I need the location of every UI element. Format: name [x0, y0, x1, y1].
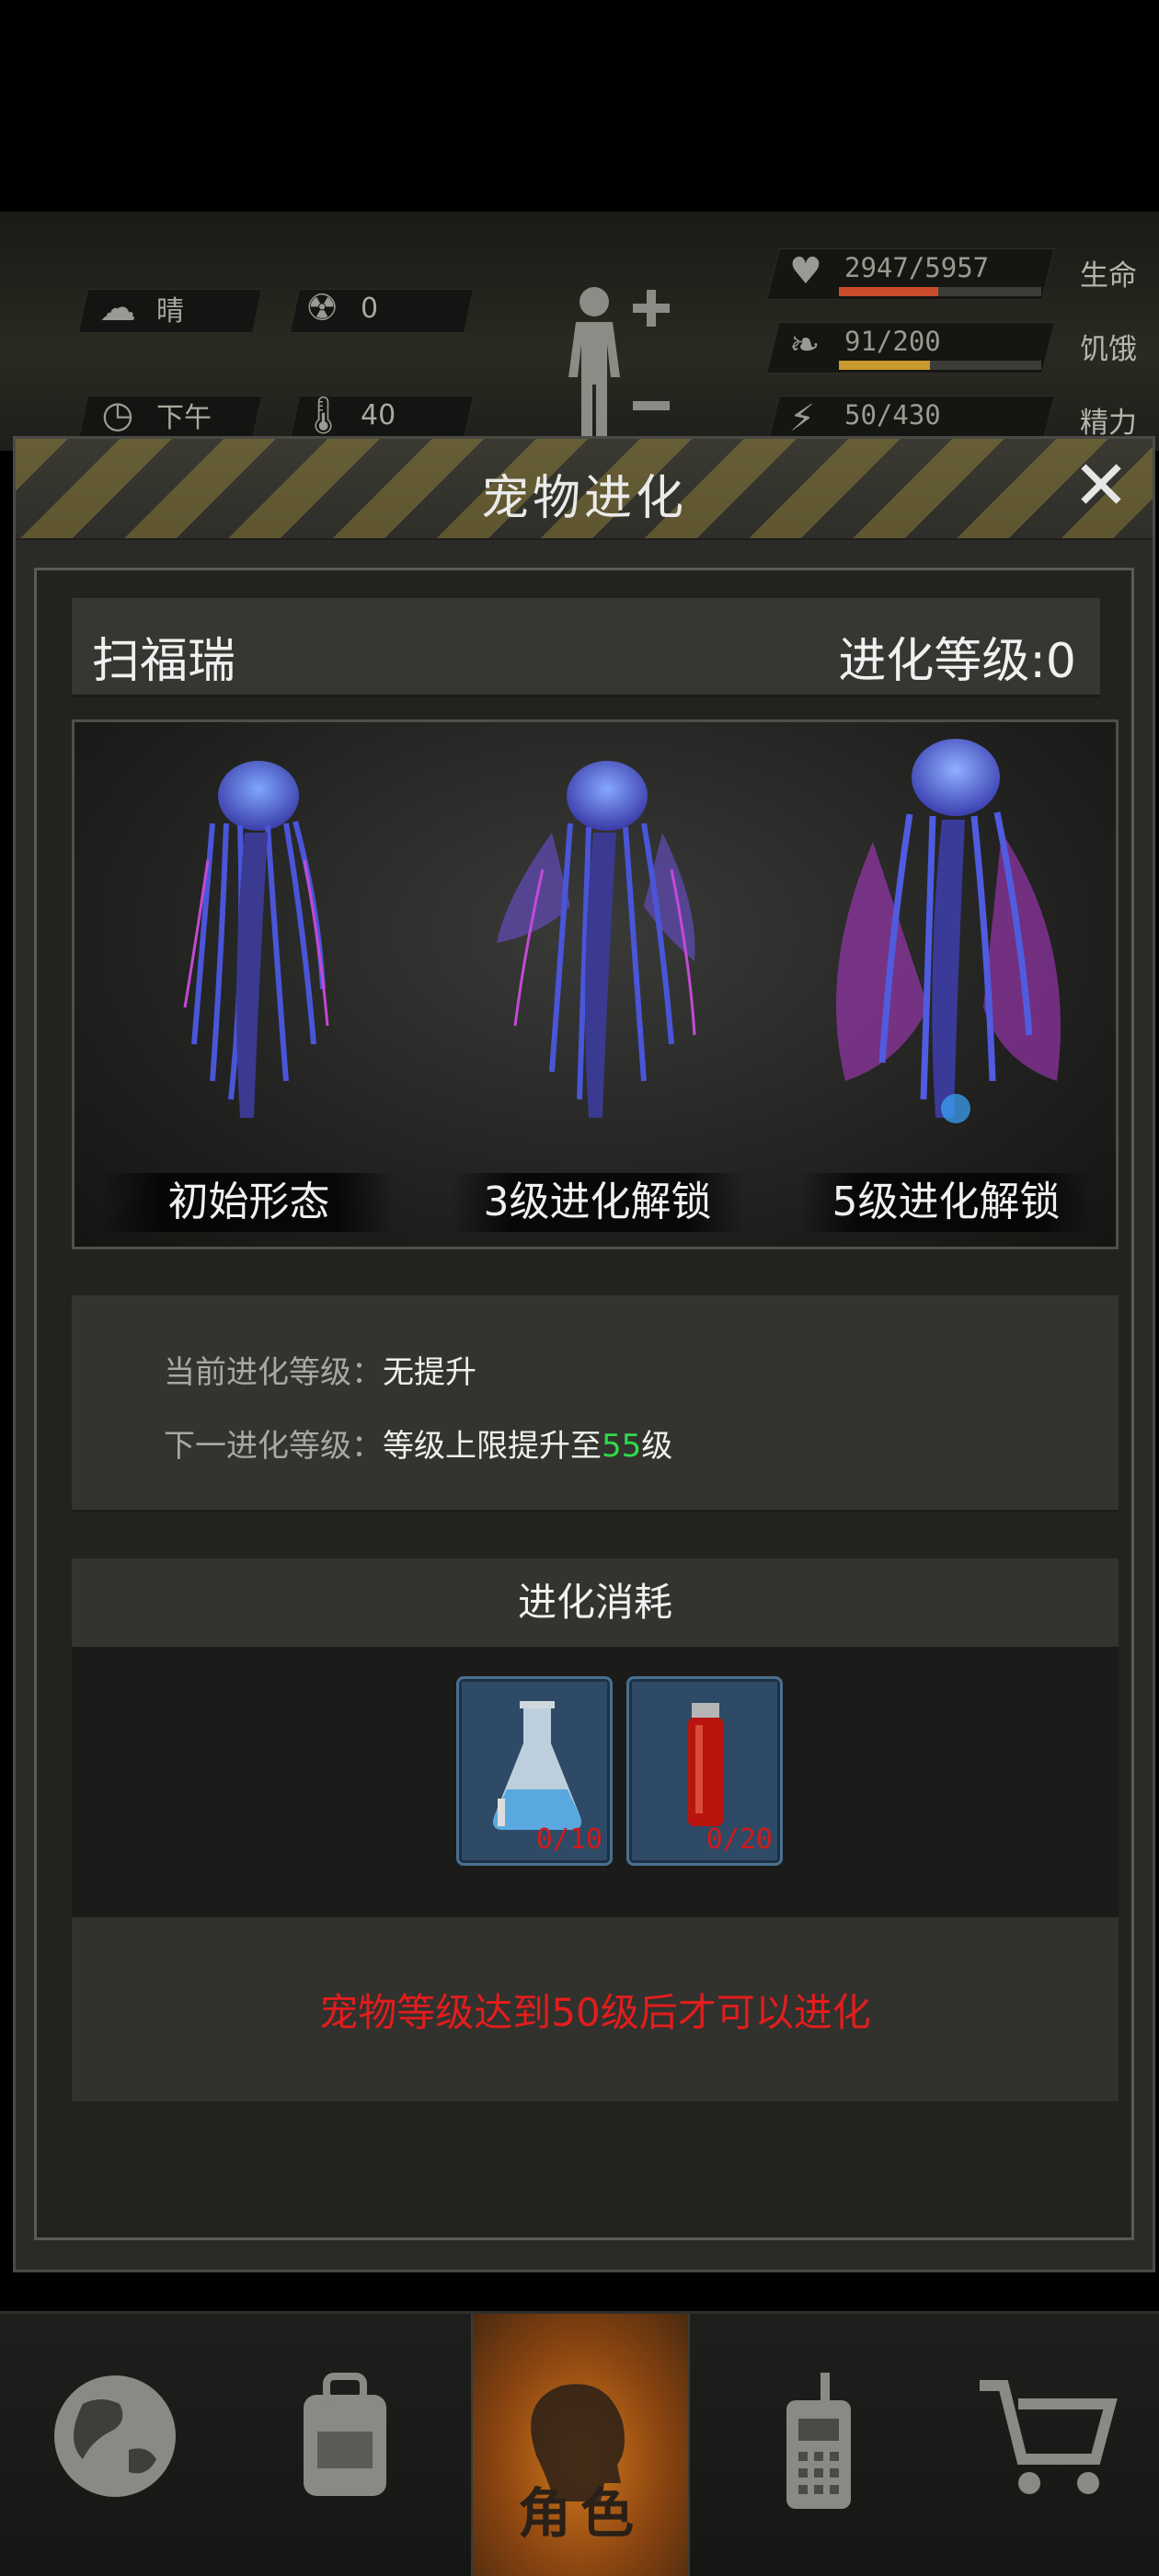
- body-figure-icon: [568, 287, 670, 436]
- status-bar: ☁ 晴 ☢ 0 ◷ 下午 🌡 40 ♥ 2947/5957 生命 ❧ 91/20…: [0, 212, 1159, 451]
- health-bar: [839, 287, 1041, 296]
- next-evolution-suffix: 级: [641, 1428, 673, 1465]
- body-status-button[interactable]: [557, 282, 677, 442]
- health-value: 2947/5957: [844, 252, 990, 283]
- temperature-stat: 🌡 40: [300, 394, 396, 437]
- temperature-value: 40: [361, 399, 396, 431]
- evolution-info: 当前进化等级：无提升 下一进化等级：等级上限提升至55级: [72, 1295, 1119, 1512]
- dialog-header: 宠物进化 ✕: [16, 439, 1153, 540]
- time-stat: ◷ 下午: [96, 394, 212, 436]
- radiation-stat: ☢ 0: [300, 287, 378, 329]
- radio-icon: [786, 2373, 851, 2509]
- pet-name: 扫福瑞: [92, 634, 236, 689]
- nav-shop[interactable]: [929, 2314, 1159, 2576]
- heart-icon: ♥: [789, 250, 822, 293]
- form-caption: 3级进化解锁: [451, 1173, 744, 1232]
- lightning-icon: ⚡: [789, 397, 816, 440]
- jellyfish-pet-evolved-image: [496, 761, 695, 1118]
- item-count: 0/10: [535, 1823, 602, 1856]
- pet-name-bar: 扫福瑞 进化等级:0: [72, 598, 1100, 697]
- energy-label: 精力: [1080, 407, 1137, 440]
- evolution-forms-panel: 初始形态 3级进化解锁 5级进化解锁: [72, 719, 1119, 1249]
- form-caption: 初始形态: [102, 1173, 396, 1232]
- cloud-sun-icon: ☁: [99, 287, 136, 329]
- backpack-icon: [304, 2373, 386, 2496]
- close-button[interactable]: ✕: [1066, 452, 1136, 523]
- stomach-icon: ❧: [789, 324, 820, 366]
- bottom-navigation: 角色: [0, 2311, 1159, 2576]
- weather-stat: ☁ 晴: [96, 287, 184, 329]
- radiation-value: 0: [361, 292, 379, 325]
- jellyfish-pet-image: [183, 761, 328, 1118]
- form-level-5: 5级进化解锁: [772, 722, 1120, 1247]
- cost-items: 0/10 0/20: [72, 1647, 1119, 1917]
- nav-radio[interactable]: [699, 2314, 929, 2576]
- cart-icon: [980, 2380, 1118, 2494]
- clock-icon: ◷: [101, 394, 134, 436]
- health-stat: ♥ 2947/5957 生命: [766, 243, 1159, 307]
- globe-icon: [54, 2375, 176, 2497]
- dialog-body: 扫福瑞 进化等级:0 初始形态 3级进化解锁 5级进化解锁 当前进化等级：无提升…: [34, 568, 1134, 2240]
- radiation-icon: ☢: [305, 287, 339, 329]
- hunger-bar: [839, 361, 1041, 370]
- nav-map[interactable]: [0, 2314, 230, 2576]
- next-evolution-line: 下一进化等级：等级上限提升至55级: [164, 1420, 672, 1466]
- evolution-requirement-warning: 宠物等级达到50级后才可以进化: [319, 1990, 871, 2035]
- energy-value: 50/430: [844, 399, 941, 431]
- cost-title: 进化消耗: [72, 1558, 1119, 1647]
- dialog-title: 宠物进化: [480, 471, 687, 526]
- hunger-stat: ❧ 91/200 饥饿: [766, 316, 1159, 381]
- form-initial: 初始形态: [75, 722, 423, 1247]
- current-evolution-value: 无提升: [383, 1354, 476, 1391]
- health-label: 生命: [1080, 259, 1137, 293]
- cost-item-vial[interactable]: 0/20: [626, 1676, 783, 1866]
- current-evolution-key: 当前进化等级：: [164, 1354, 383, 1391]
- next-evolution-prefix: 等级上限提升至: [383, 1428, 602, 1465]
- evolution-cost-panel: 进化消耗 0/10 0/20 宠物等级达到50级后才可以进化: [72, 1558, 1119, 2101]
- time-label: 下午: [156, 402, 212, 434]
- hunger-label: 饥饿: [1080, 333, 1137, 366]
- jellyfish-pet-final-image: [835, 739, 1061, 1123]
- nav-character[interactable]: 角色: [471, 2314, 690, 2576]
- cost-item-flask[interactable]: 0/10: [456, 1676, 613, 1866]
- next-evolution-key: 下一进化等级：: [164, 1428, 383, 1465]
- nav-inventory[interactable]: [230, 2314, 460, 2576]
- next-evolution-level-cap: 55: [602, 1428, 642, 1465]
- item-count: 0/20: [706, 1823, 773, 1856]
- hunger-value: 91/200: [844, 326, 941, 357]
- form-level-3: 3级进化解锁: [423, 722, 772, 1247]
- weather-label: 晴: [156, 295, 184, 328]
- evolution-level: 进化等级:0: [838, 634, 1076, 689]
- form-caption: 5级进化解锁: [799, 1173, 1093, 1232]
- pet-evolution-dialog: 宠物进化 ✕ 扫福瑞 进化等级:0 初始形态 3级进化解锁 5级进化解锁 当前进…: [13, 436, 1155, 2272]
- thermometer-icon: 🌡: [300, 395, 347, 437]
- nav-character-label: 角色: [517, 2482, 643, 2545]
- current-evolution-line: 当前进化等级：无提升: [164, 1347, 476, 1392]
